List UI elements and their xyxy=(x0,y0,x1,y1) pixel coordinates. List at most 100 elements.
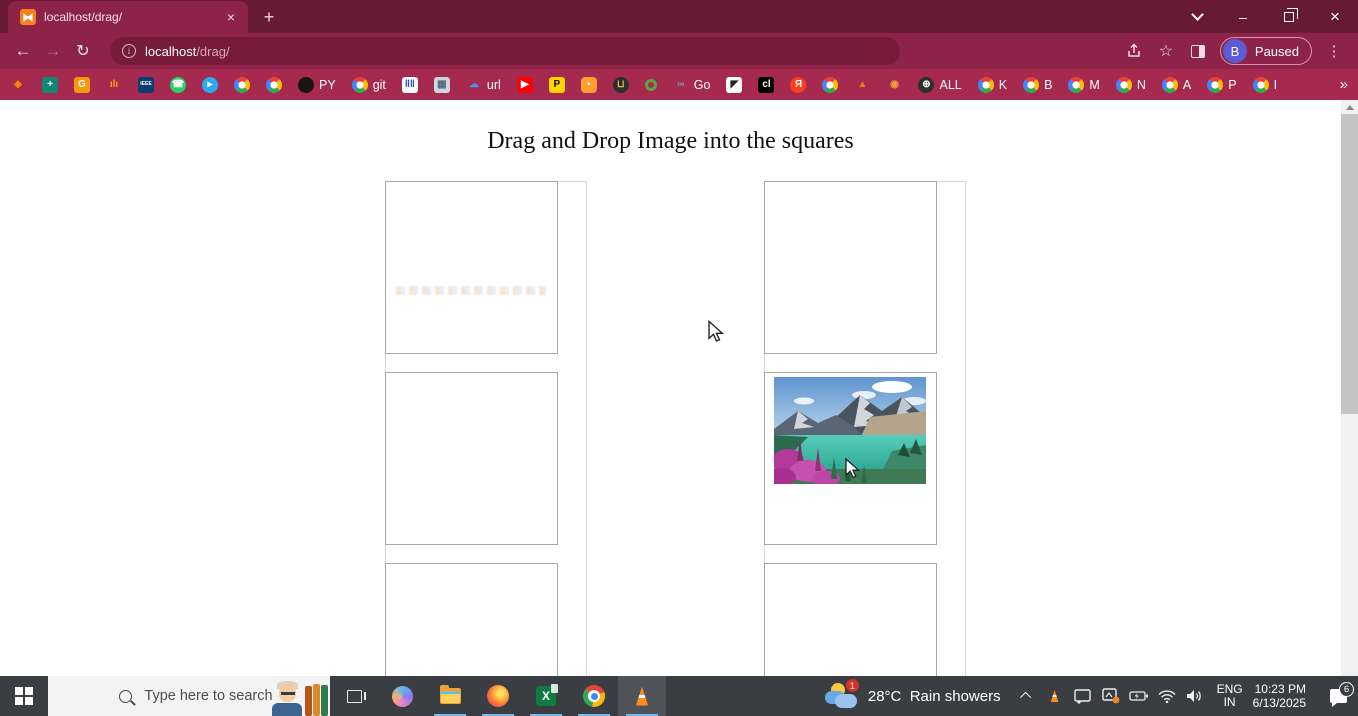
page-scrollbar[interactable] xyxy=(1341,100,1358,676)
sync-paused-badge: Paused xyxy=(1255,44,1299,59)
share-icon[interactable] xyxy=(1118,37,1150,65)
drop-square[interactable] xyxy=(385,181,558,354)
bookmark-item[interactable]: P xyxy=(549,77,565,93)
drop-square[interactable] xyxy=(764,181,937,354)
bookmark-item[interactable]: ‖‖ xyxy=(402,77,418,93)
weather-condition: Rain showers xyxy=(910,688,1001,705)
bookmark-item[interactable]: ▶ xyxy=(517,77,533,93)
volume-icon[interactable] xyxy=(1183,676,1207,716)
bookmark-item[interactable]: B xyxy=(1023,77,1052,93)
cast-icon[interactable] xyxy=(1071,676,1095,716)
bookmark-item[interactable]: ☁url xyxy=(466,77,501,93)
back-button[interactable]: ← xyxy=(8,37,38,65)
task-view-icon xyxy=(347,690,362,703)
site-info-icon[interactable]: i xyxy=(122,44,136,58)
vlc-taskbar-button[interactable] xyxy=(618,676,666,716)
bookmark-item[interactable]: ⊕ ALL xyxy=(918,77,961,93)
bookmark-item[interactable]: ılı xyxy=(106,77,122,93)
excel-taskbar-button[interactable]: X xyxy=(522,676,570,716)
barcode-icon: ‖‖ xyxy=(402,77,418,93)
bookmark-item[interactable] xyxy=(645,79,657,91)
globe-icon: ⊕ xyxy=(918,77,934,93)
bookmark-item[interactable]: IEEE xyxy=(138,77,154,93)
bookmark-item[interactable] xyxy=(234,77,250,93)
start-button[interactable] xyxy=(0,676,48,716)
bookmark-item[interactable]: PY xyxy=(298,77,336,93)
tab-strip: ⧓ localhost/drag/ × + – × xyxy=(0,0,1358,33)
drop-square[interactable] xyxy=(385,563,558,676)
task-view-taskbar-button[interactable] xyxy=(330,676,378,716)
bookmark-label: Go xyxy=(694,78,711,92)
firefox-taskbar-button[interactable] xyxy=(474,676,522,716)
restore-button[interactable] xyxy=(1266,0,1312,33)
notification-count-badge: 6 xyxy=(1339,682,1354,697)
profile-avatar: B xyxy=(1223,39,1247,63)
bookmark-item[interactable]: I xyxy=(1253,77,1277,93)
bookmark-item[interactable]: P xyxy=(1207,77,1236,93)
bookmarks-overflow-chevron-icon[interactable]: » xyxy=(1340,76,1348,93)
bookmark-item[interactable]: ▲ xyxy=(854,77,870,93)
chevron-up-icon[interactable] xyxy=(1015,676,1039,716)
drop-square[interactable] xyxy=(764,372,937,545)
bookmark-item[interactable]: G xyxy=(74,77,90,93)
bookmark-item[interactable]: git xyxy=(352,77,386,93)
screen-share-icon[interactable] xyxy=(1099,676,1123,716)
copilot-taskbar-button[interactable] xyxy=(378,676,426,716)
google-icon xyxy=(1023,77,1039,93)
bookmark-item[interactable]: ◤ xyxy=(726,77,742,93)
bookmark-item[interactable]: ▪ xyxy=(581,77,597,93)
ghost-text-artifact xyxy=(396,286,546,295)
bookmark-item[interactable] xyxy=(266,77,282,93)
bookmark-item[interactable]: N xyxy=(1116,77,1146,93)
bookmark-item[interactable]: ◉ xyxy=(886,77,902,93)
address-bar[interactable]: i localhost/drag/ xyxy=(110,37,900,65)
bookmark-item[interactable]: K xyxy=(978,77,1007,93)
eye-icon: ◉ xyxy=(886,77,902,93)
weather-widget[interactable]: 1 28°C Rain showers xyxy=(825,681,1001,711)
bookmark-item[interactable]: ⊔ xyxy=(613,77,629,93)
chrome-taskbar-button[interactable] xyxy=(570,676,618,716)
minimize-button[interactable]: – xyxy=(1220,0,1266,33)
bookmark-item[interactable] xyxy=(822,77,838,93)
vlc-mini-icon[interactable] xyxy=(1043,676,1067,716)
wifi-icon[interactable] xyxy=(1155,676,1179,716)
tab-title: localhost/drag/ xyxy=(44,10,222,24)
file-explorer-taskbar-button[interactable] xyxy=(426,676,474,716)
bookmark-label: ALL xyxy=(939,78,961,92)
url-text[interactable]: localhost/drag/ xyxy=(145,44,230,59)
notification-center-button[interactable]: 6 xyxy=(1318,689,1358,703)
browser-tab[interactable]: ⧓ localhost/drag/ × xyxy=(8,1,248,33)
side-panel-icon[interactable] xyxy=(1182,37,1214,65)
bookmark-item[interactable]: ▸ xyxy=(202,77,218,93)
bookmark-label: git xyxy=(373,78,386,92)
bookmark-star-icon[interactable]: ☆ xyxy=(1150,37,1182,65)
clock[interactable]: 10:23 PM 6/13/2025 xyxy=(1253,682,1306,710)
bookmark-item[interactable]: + xyxy=(42,77,58,93)
bookmark-item[interactable]: M xyxy=(1068,77,1099,93)
kite-icon: ◈ xyxy=(10,77,26,93)
battery-icon[interactable] xyxy=(1127,676,1151,716)
tab-close-icon[interactable]: × xyxy=(222,8,240,26)
scrollbar-thumb[interactable] xyxy=(1341,114,1358,414)
forward-button[interactable]: → xyxy=(38,37,68,65)
drop-square[interactable] xyxy=(764,563,937,676)
bookmark-item[interactable]: Я xyxy=(790,77,806,93)
close-button[interactable]: × xyxy=(1312,0,1358,33)
bookmark-item[interactable]: ∞Go xyxy=(673,77,711,93)
google-icon xyxy=(1162,77,1178,93)
taskbar-search-input[interactable]: Type here to search xyxy=(48,676,330,716)
profile-button[interactable]: B Paused xyxy=(1220,37,1312,65)
bookmark-item[interactable]: A xyxy=(1162,77,1191,93)
scrollbar-up-arrow-icon[interactable] xyxy=(1341,100,1358,114)
bookmark-item[interactable]: cl xyxy=(758,77,774,93)
google-icon xyxy=(352,77,368,93)
tab-search-chevron-icon[interactable] xyxy=(1174,0,1220,33)
reload-button[interactable]: ↻ xyxy=(68,37,98,65)
bookmark-item[interactable]: ☎ xyxy=(170,77,186,93)
new-tab-button[interactable]: + xyxy=(258,6,280,28)
bookmark-item[interactable]: ▦ xyxy=(434,77,450,93)
menu-kebab-icon[interactable]: ⋮ xyxy=(1318,37,1350,65)
drop-square[interactable] xyxy=(385,372,558,545)
language-indicator[interactable]: ENGIN xyxy=(1217,683,1243,709)
bookmark-item[interactable]: ◈ xyxy=(10,77,26,93)
